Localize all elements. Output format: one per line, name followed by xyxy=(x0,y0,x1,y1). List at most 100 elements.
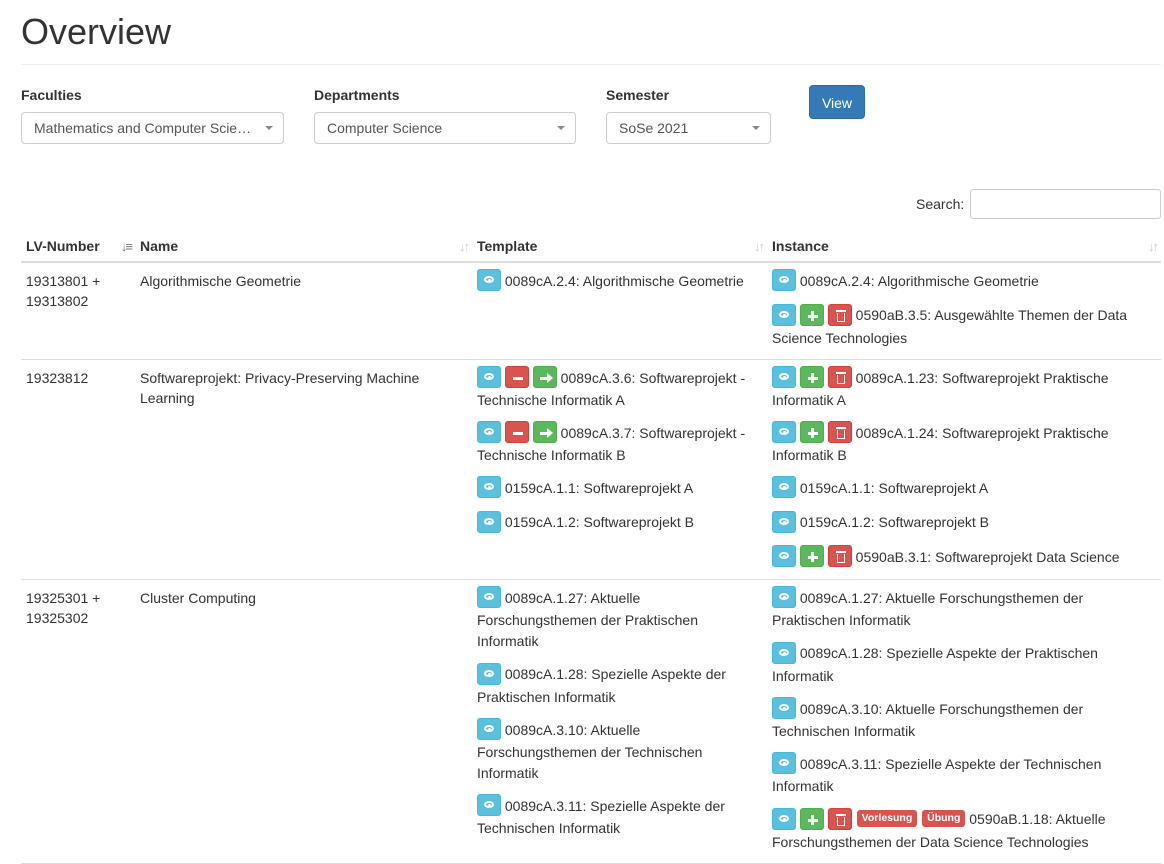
departments-filter: Departments Computer Science xyxy=(314,86,576,144)
module-entry: 0089cA.3.6: Softwareprojekt - Technische… xyxy=(477,365,762,411)
forward-button[interactable] xyxy=(532,365,557,388)
add-button[interactable] xyxy=(799,807,824,830)
module-entry: 0089cA.1.23: Softwareprojekt Praktische … xyxy=(772,365,1156,411)
eye-icon xyxy=(484,593,494,601)
view-button[interactable] xyxy=(772,365,796,388)
faculties-select[interactable]: Mathematics and Computer Science xyxy=(21,112,284,144)
delete-button[interactable] xyxy=(827,807,852,830)
module-entry: 0590aB.3.5: Ausgewählte Themen der Data … xyxy=(772,303,1156,348)
module-text: 0089cA.3.10: Aktuelle Forschungsthemen d… xyxy=(772,700,1084,739)
view-button[interactable] xyxy=(772,696,796,719)
trash-icon-body xyxy=(836,816,845,826)
view-button[interactable] xyxy=(477,586,501,609)
view-button[interactable] xyxy=(477,269,501,292)
faculties-filter: Faculties Mathematics and Computer Scien… xyxy=(21,86,284,144)
eye-icon xyxy=(484,669,494,677)
view-button[interactable] xyxy=(772,641,796,664)
view-button[interactable] xyxy=(477,510,501,533)
add-button[interactable] xyxy=(799,545,824,568)
module-entry: 0089cA.2.4: Algorithmische Geometrie xyxy=(772,269,1156,293)
view-button[interactable] xyxy=(477,365,501,388)
delete-button[interactable] xyxy=(827,421,852,444)
delete-button[interactable] xyxy=(827,365,852,388)
module-entry: 0089cA.2.4: Algorithmische Geometrie xyxy=(477,269,762,293)
instance-cell: 0089cA.1.23: Softwareprojekt Praktische … xyxy=(767,359,1161,581)
table-row: 19325301 + 19325302 Cluster Computing 0089… xyxy=(21,579,1161,864)
add-button[interactable] xyxy=(799,303,824,326)
column-header-instance[interactable]: Instance ↓↑ xyxy=(767,230,1161,263)
faculties-select-value: Mathematics and Computer Science xyxy=(34,120,253,136)
column-header-template[interactable]: Template ↓↑ xyxy=(472,230,767,263)
view-button[interactable] xyxy=(477,476,501,499)
table-header-row: LV-Number ↓≡ Name ↓↑ Template ↓↑ Instanc… xyxy=(21,230,1161,263)
trash-icon-body xyxy=(836,554,845,564)
template-cell: 0089cA.3.6: Softwareprojekt - Technische… xyxy=(472,359,767,581)
sort-icon: ↓↑ xyxy=(754,239,765,254)
chevron-down-icon xyxy=(752,126,760,130)
module-text: 0590aB.3.1: Softwareprojekt Data Science xyxy=(855,548,1120,565)
view-button[interactable] xyxy=(772,476,796,499)
semester-filter: Semester SoSe 2021 xyxy=(606,86,771,144)
forward-button[interactable] xyxy=(532,421,557,444)
view-button[interactable] xyxy=(477,421,501,444)
faculties-label: Faculties xyxy=(21,87,82,103)
module-text: 0089cA.1.27: Aktuelle Forschungsthemen d… xyxy=(477,590,698,650)
remove-button[interactable] xyxy=(504,421,529,444)
semester-select-value: SoSe 2021 xyxy=(619,120,689,136)
departments-label: Departments xyxy=(314,87,400,103)
module-entry: 0089cA.1.28: Spezielle Aspekte der Prakt… xyxy=(477,662,762,707)
column-header-instance-label: Instance xyxy=(772,237,829,254)
view-button[interactable] xyxy=(772,269,796,292)
add-button[interactable] xyxy=(799,421,824,444)
module-entry: 0089cA.3.10: Aktuelle Forschungsthemen d… xyxy=(477,717,762,784)
module-text: 0089cA.2.4: Algorithmische Geometrie xyxy=(799,273,1039,289)
lv-number-cell: 19325301 + 19325302 xyxy=(21,579,135,864)
view-button[interactable]: View xyxy=(809,85,865,119)
minus-icon xyxy=(512,376,523,380)
eye-icon xyxy=(779,814,789,822)
lv-number-line: 19325302 xyxy=(26,610,89,627)
module-entry: Vorlesung Übung 0590aB.1.18: Aktuelle Fo… xyxy=(772,807,1156,852)
add-button[interactable] xyxy=(799,365,824,388)
remove-button[interactable] xyxy=(504,365,529,388)
search-label: Search: xyxy=(916,196,965,212)
delete-button[interactable] xyxy=(827,545,852,568)
minus-icon xyxy=(512,432,523,436)
plus-icon-stroke xyxy=(810,814,814,825)
column-header-name-label: Name xyxy=(140,237,179,254)
lv-number-line: 19325301 + xyxy=(26,590,101,607)
view-button[interactable] xyxy=(772,586,796,609)
table-body: 19313801 + 19313802 Algorithmische Geometr… xyxy=(21,262,1161,864)
view-button[interactable] xyxy=(772,545,796,568)
column-header-lv-number[interactable]: LV-Number ↓≡ xyxy=(21,230,135,263)
view-button[interactable] xyxy=(772,752,796,775)
module-entry: 0159cA.1.2: Softwareprojekt B xyxy=(772,510,1156,534)
course-name-cell: Algorithmische Geometrie xyxy=(135,262,472,360)
module-entry: 0089cA.1.27: Aktuelle Forschungsthemen d… xyxy=(477,586,762,652)
instance-cell: 0089cA.2.4: Algorithmische Geometrie 059… xyxy=(767,262,1161,360)
table-row: 19313801 + 19313802 Algorithmische Geometr… xyxy=(21,262,1161,360)
view-button[interactable] xyxy=(477,662,501,685)
view-button[interactable] xyxy=(477,717,501,740)
semester-select[interactable]: SoSe 2021 xyxy=(606,112,771,144)
eye-icon xyxy=(484,483,494,491)
view-button[interactable] xyxy=(772,303,796,326)
search-input[interactable] xyxy=(970,189,1161,219)
eye-icon xyxy=(779,552,789,560)
title-divider xyxy=(21,64,1161,65)
eye-icon xyxy=(484,517,494,525)
eye-icon xyxy=(779,428,789,436)
view-button[interactable] xyxy=(477,794,501,817)
view-button[interactable] xyxy=(772,510,796,533)
view-button[interactable] xyxy=(772,807,796,830)
course-name: Softwareprojekt: Privacy-Preserving Mach… xyxy=(140,369,420,406)
module-entry: 0089cA.3.10: Aktuelle Forschungsthemen d… xyxy=(772,696,1156,742)
module-text: 0159cA.1.2: Softwareprojekt B xyxy=(504,514,694,531)
view-button[interactable] xyxy=(772,421,796,444)
module-text: 0590aB.3.5: Ausgewählte Themen der Data … xyxy=(772,307,1128,346)
column-header-name[interactable]: Name ↓↑ xyxy=(135,230,472,263)
departments-select[interactable]: Computer Science xyxy=(314,112,576,144)
module-text: 0089cA.1.28: Spezielle Aspekte der Prakt… xyxy=(772,645,1098,684)
table-row: 19323812 Softwareprojekt: Privacy-Preserv… xyxy=(21,359,1161,581)
delete-button[interactable] xyxy=(827,303,852,326)
